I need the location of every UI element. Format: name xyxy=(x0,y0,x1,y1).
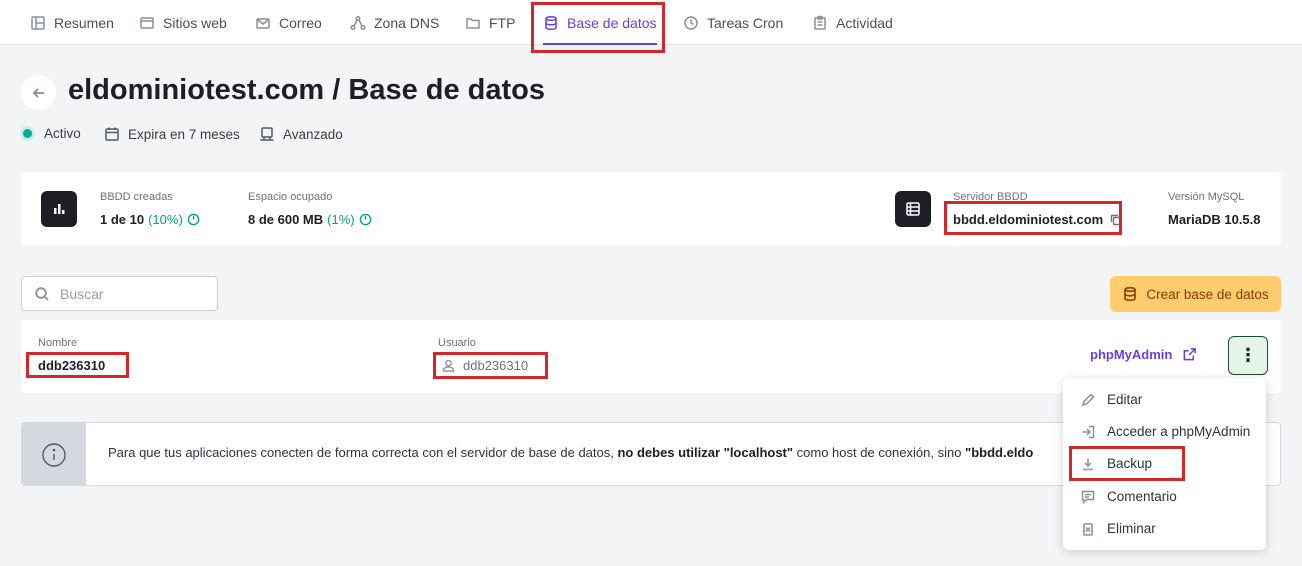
tab-resumen[interactable]: Resumen xyxy=(30,0,114,45)
search-icon xyxy=(35,286,49,301)
tab-zona-dns[interactable]: Zona DNS xyxy=(350,0,439,45)
arrow-left-icon xyxy=(32,87,44,98)
mail-icon xyxy=(256,17,270,29)
dbs-percent: (10%) xyxy=(148,212,183,227)
database-user-value: ddb236310 xyxy=(463,358,529,373)
comment-icon xyxy=(1081,490,1095,504)
clock-icon xyxy=(684,15,698,30)
menu-item-edit[interactable]: Editar xyxy=(1081,392,1142,407)
menu-item-comment[interactable]: Comentario xyxy=(1081,489,1177,504)
external-link-icon xyxy=(1183,348,1197,361)
plan-indicator: Avanzado xyxy=(259,126,343,142)
active-tab-indicator xyxy=(543,43,657,45)
tab-actividad[interactable]: Actividad xyxy=(812,0,893,45)
trash-icon xyxy=(1083,522,1093,536)
tab-label: Correo xyxy=(279,14,322,31)
tab-tareas-cron[interactable]: Tareas Cron xyxy=(683,0,783,45)
menu-item-access-phpmyadmin[interactable]: Acceder a phpMyAdmin xyxy=(1081,424,1250,439)
menu-item-label: Comentario xyxy=(1107,489,1177,504)
space-amount: 8 de 600 MB xyxy=(248,212,324,227)
menu-item-label: Acceder a phpMyAdmin xyxy=(1107,424,1251,439)
user-icon xyxy=(442,359,455,372)
dbs-count: 1 de 10 xyxy=(100,212,145,227)
top-navigation: Resumen Sitios web Correo Zona DNS FTP B… xyxy=(0,0,1302,45)
login-icon xyxy=(1082,425,1095,438)
info-message: Para que tus aplicaciones conecten de fo… xyxy=(108,445,1033,460)
phpmyadmin-label: phpMyAdmin xyxy=(1090,347,1173,362)
page-title: eldominiotest.com / Base de datos xyxy=(68,74,545,106)
status-label: Activo xyxy=(44,126,81,141)
status-indicator: Activo xyxy=(23,126,81,141)
copy-icon[interactable] xyxy=(1110,214,1122,226)
tab-label: Actividad xyxy=(836,14,893,31)
user-column-label: Usuario xyxy=(438,337,476,349)
actions-dropdown-menu: Editar Acceder a phpMyAdmin Backup Comen… xyxy=(1063,378,1266,550)
database-icon xyxy=(1124,286,1137,302)
stats-card: BBDD creadas 1 de 10 (10%) Espacio ocupa… xyxy=(21,172,1281,246)
space-used-label: Espacio ocupado xyxy=(248,191,333,203)
folder-icon xyxy=(466,17,480,29)
dbs-created-label: BBDD creadas xyxy=(100,191,173,203)
tab-label: FTP xyxy=(489,14,516,31)
mysql-version-value: MariaDB 10.5.8 xyxy=(1168,212,1261,227)
browser-icon xyxy=(140,16,154,29)
phpmyadmin-link[interactable]: phpMyAdmin xyxy=(1090,347,1197,362)
search-input[interactable] xyxy=(60,285,190,302)
menu-item-label: Backup xyxy=(1107,456,1153,471)
search-box[interactable] xyxy=(21,276,218,311)
status-dot xyxy=(23,129,32,138)
bar-chart-icon xyxy=(41,191,77,227)
create-database-label: Crear base de datos xyxy=(1146,286,1269,302)
info-bold-part: no debes utilizar "localhost" xyxy=(617,445,794,460)
pencil-icon xyxy=(1081,392,1095,406)
info-text-part: como host de conexión, sino xyxy=(793,445,966,460)
plan-label: Avanzado xyxy=(283,126,343,142)
tab-base-de-datos[interactable]: Base de datos xyxy=(543,0,657,45)
tab-label: Sitios web xyxy=(163,14,227,31)
more-options-button[interactable]: ⋮ xyxy=(1228,336,1268,375)
menu-item-label: Eliminar xyxy=(1107,521,1156,536)
database-user: ddb236310 xyxy=(442,358,528,373)
tab-ftp[interactable]: FTP xyxy=(465,0,515,45)
mysql-version-label: Versión MySQL xyxy=(1168,191,1245,203)
tab-label: Resumen xyxy=(54,14,114,31)
expiry-label: Expira en 7 meses xyxy=(128,126,240,142)
tab-sitios-web[interactable]: Sitios web xyxy=(139,0,227,45)
database-name: ddb236310 xyxy=(38,358,106,373)
menu-item-backup[interactable]: Backup xyxy=(1081,456,1152,471)
layout-icon xyxy=(31,15,45,30)
db-server-value[interactable]: bbdd.eldominiotest.com xyxy=(953,212,1122,227)
expiry-indicator: Expira en 7 meses xyxy=(104,126,240,142)
progress-ring-icon xyxy=(187,213,200,226)
progress-ring-icon xyxy=(359,213,371,226)
dbs-created-value: 1 de 10 (10%) xyxy=(100,212,200,227)
info-icon xyxy=(22,423,86,485)
server-list-icon xyxy=(895,191,931,227)
server-icon xyxy=(260,127,274,141)
tab-correo[interactable]: Correo xyxy=(255,0,322,45)
space-percent: (1%) xyxy=(327,212,355,227)
db-server-label: Servidor BBDD xyxy=(953,191,1028,203)
more-vertical-icon: ⋮ xyxy=(1239,345,1257,365)
tab-label: Tareas Cron xyxy=(707,14,784,31)
create-database-button[interactable]: Crear base de datos xyxy=(1110,276,1281,312)
clipboard-icon xyxy=(814,15,826,30)
menu-item-delete[interactable]: Eliminar xyxy=(1081,521,1156,536)
menu-item-label: Editar xyxy=(1107,392,1143,407)
network-icon xyxy=(350,15,366,30)
back-button[interactable] xyxy=(21,75,56,110)
db-server-host: bbdd.eldominiotest.com xyxy=(953,212,1104,227)
name-column-label: Nombre xyxy=(38,337,78,349)
calendar-refresh-icon xyxy=(105,127,119,141)
space-used-value: 8 de 600 MB (1%) xyxy=(248,212,372,227)
tab-label: Base de datos xyxy=(567,14,657,31)
database-icon xyxy=(545,15,557,30)
info-text-part: Para que tus aplicaciones conecten de fo… xyxy=(108,445,618,460)
download-icon xyxy=(1083,458,1093,470)
info-bold-part: "bbdd.eldo xyxy=(965,445,1034,460)
tab-label: Zona DNS xyxy=(374,14,440,31)
